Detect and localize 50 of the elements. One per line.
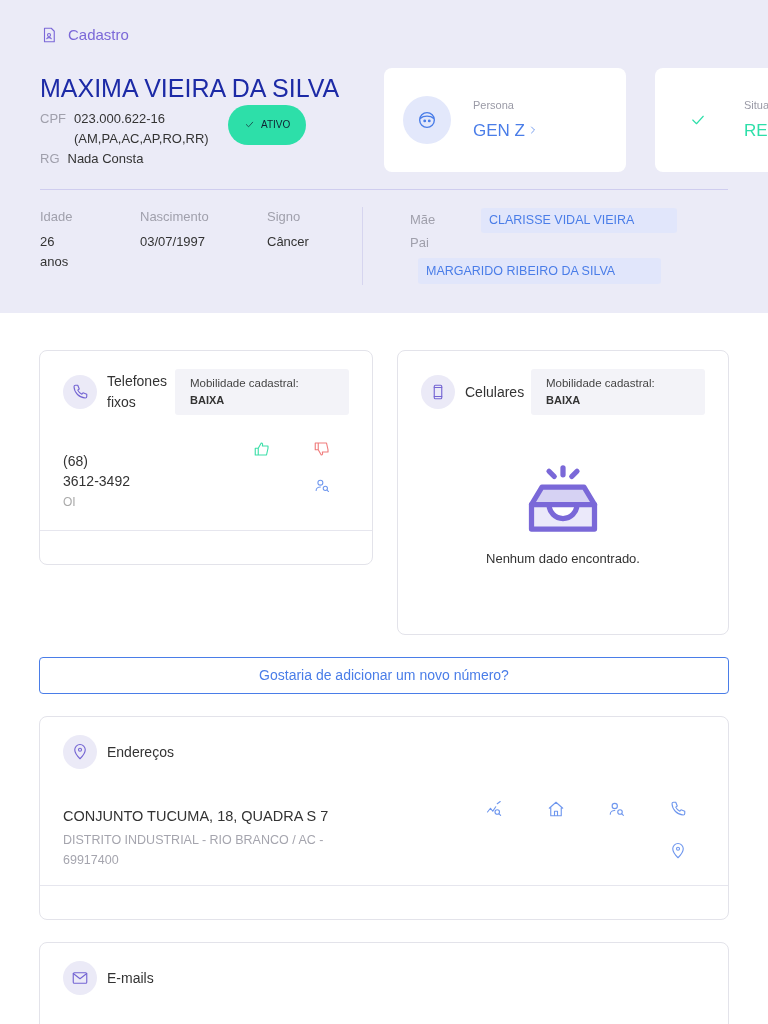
parent-name-tag: MARGARIDO RIBEIRO DA SILVA xyxy=(418,258,661,284)
phone-icon xyxy=(669,800,687,818)
mobility-label: Mobilidade cadastral: xyxy=(546,376,656,392)
address-detail: DISTRITO INDUSTRIAL - RIO BRANCO / AC - 69917400 xyxy=(63,831,325,869)
thumbs-down-button[interactable] xyxy=(312,439,332,459)
detail-value: 03/07/1997 xyxy=(140,233,207,251)
pin-icon xyxy=(71,743,89,761)
field-value: 023.000.622-16 (AM,PA,AC,AP,RO,RR) xyxy=(74,109,210,148)
field-value: Nada Consta xyxy=(67,149,144,168)
map-pin-icon xyxy=(669,842,687,860)
detail-label: Signo xyxy=(267,207,302,226)
user-search-icon xyxy=(608,800,626,818)
section-title: Celulares xyxy=(465,382,525,402)
mobility-label: Mobilidade cadastral: xyxy=(190,376,300,392)
parent-label: Mãe xyxy=(410,211,437,230)
detail-value: Câncer xyxy=(267,233,310,251)
phone-button[interactable] xyxy=(668,799,688,819)
field-label: CPF xyxy=(40,109,66,128)
check-icon xyxy=(244,119,255,130)
address-line: CONJUNTO TUCUMA, 18, QUADRA S 7 xyxy=(63,807,330,826)
mobility-value: BAIXA xyxy=(190,393,226,409)
thumbs-down-icon xyxy=(313,440,331,458)
empty-message: Nenhum dado encontrado. xyxy=(486,550,640,568)
phone-number: (68) 3612-3492 xyxy=(63,452,131,491)
person-name: MAXIMA VIEIRA DA SILVA xyxy=(40,72,341,103)
detail-label: Nascimento xyxy=(140,207,210,226)
parent-label: Pai xyxy=(410,233,430,252)
carrier-name: OI xyxy=(63,494,77,511)
breadcrumb-link[interactable]: Cadastro xyxy=(68,24,129,47)
section-title: Endereços xyxy=(107,742,174,762)
phone-icon xyxy=(71,383,89,401)
home-button[interactable] xyxy=(546,799,566,819)
chart-search-icon xyxy=(486,800,504,818)
mail-icon xyxy=(71,969,89,987)
home-icon xyxy=(547,800,565,818)
detail-value: 26 anos xyxy=(40,233,70,271)
thumbs-up-button[interactable] xyxy=(252,439,272,459)
parent-name-tag: CLARISSE VIDAL VIEIRA xyxy=(481,207,677,233)
section-title: Telefones fixos xyxy=(107,372,168,412)
add-number-button[interactable]: Gostaria de adicionar um novo número? xyxy=(39,657,729,694)
field-label: RG xyxy=(40,149,60,168)
card-label: Persona xyxy=(473,98,515,113)
persona-link[interactable]: GEN Z xyxy=(473,117,539,143)
mobility-value: BAIXA xyxy=(546,393,582,409)
card-value: RE xyxy=(744,119,768,142)
face-icon xyxy=(416,109,438,131)
thumbs-up-icon xyxy=(253,440,271,458)
section-title: E-mails xyxy=(107,968,154,988)
status-badge: ATIVO xyxy=(228,104,307,145)
detail-label: Idade xyxy=(40,207,74,226)
